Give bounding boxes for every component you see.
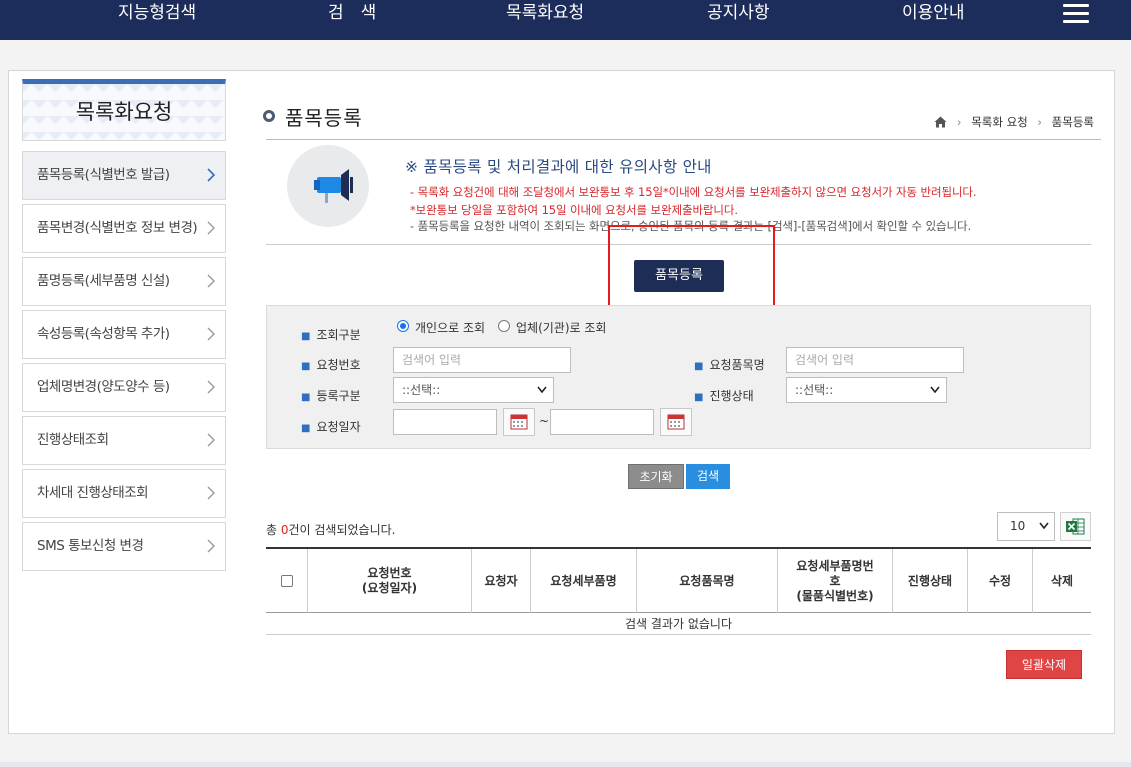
chevron-right-icon [207, 221, 215, 235]
header-detail-name: 요청세부품명 [530, 549, 636, 613]
reg-type-select[interactable]: ::선택:: [393, 377, 554, 403]
sidebar-item-label: 품명등록(세부품명 신설) [37, 273, 170, 289]
notice-line: *보완통보 당일을 포함하여 15일 이내에 요청서를 보완제출바랍니다. [410, 203, 738, 217]
notice-line: - 목록화 요청건에 대해 조달청에서 보완통보 후 15일*이내에 요청서를 … [410, 185, 977, 199]
sidebar-item-name-registration[interactable]: 품명등록(세부품명 신설) [22, 257, 226, 306]
footer-divider [0, 762, 1131, 767]
reset-button[interactable]: 초기화 [628, 464, 684, 489]
sidebar-item-item-registration[interactable]: 품목등록(식별번호 발급) [22, 151, 226, 200]
chevron-right-icon [207, 327, 215, 341]
request-no-label: ■ 요청번호 [301, 358, 361, 372]
select-all-checkbox[interactable] [280, 575, 293, 587]
date-to-input[interactable] [550, 409, 654, 435]
sidebar-item-label: 진행상태조회 [37, 432, 109, 448]
header-detail-number: 요청세부품명번 호 (물품식별번호) [777, 549, 892, 613]
result-count: 총 0건이 검색되었습니다. [266, 523, 396, 537]
home-icon[interactable] [934, 116, 947, 128]
top-navigation: 지능형검색 검 색 목록화요청 공지사항 이용안내 [0, 0, 1131, 40]
megaphone-icon [287, 145, 369, 227]
nav-item-catalog-request[interactable]: 목록화요청 [506, 0, 584, 28]
chevron-down-icon [930, 386, 940, 394]
sidebar-item-label: 차세대 진행상태조회 [37, 485, 149, 501]
sidebar-item-item-change[interactable]: 품목변경(식별번호 정보 변경) [22, 204, 226, 253]
nav-item-search[interactable]: 검 색 [328, 0, 376, 28]
chevron-right-icon [207, 539, 215, 553]
nav-item-intelligent-search[interactable]: 지능형검색 [118, 0, 196, 28]
sidebar-item-company-name-change[interactable]: 업체명변경(양도양수 등) [22, 363, 226, 412]
page-size-select[interactable]: 10 [997, 512, 1055, 541]
radio-personal-label[interactable]: 개인으로 조회 [415, 319, 485, 336]
chevron-right-icon [207, 486, 215, 500]
hamburger-menu-icon[interactable] [1063, 4, 1089, 26]
header-edit: 수정 [967, 549, 1032, 613]
chevron-down-icon [537, 386, 547, 394]
bulk-delete-button[interactable]: 일괄삭제 [1006, 650, 1082, 679]
chevron-down-icon [1039, 522, 1049, 530]
page-title: 품목등록 [285, 106, 363, 130]
result-count-number: 0 [280, 523, 289, 537]
request-item-name-label: ■ 요청품목명 [694, 358, 765, 372]
sidebar-item-sms-notification[interactable]: SMS 통보신청 변경 [22, 522, 226, 571]
breadcrumb-item[interactable]: 목록화 요청 [971, 115, 1028, 129]
title-divider [266, 139, 1101, 140]
header-status: 진행상태 [892, 549, 967, 613]
breadcrumb-separator-icon: › [1037, 115, 1043, 129]
status-label: ■ 진행상태 [694, 389, 754, 403]
sidebar-item-next-gen-status[interactable]: 차세대 진행상태조회 [22, 469, 226, 518]
nav-item-notices[interactable]: 공지사항 [707, 0, 770, 28]
sidebar-item-label: 업체명변경(양도양수 등) [37, 379, 170, 395]
sidebar-title-box: 목록화요청 [22, 79, 226, 141]
content-frame: 목록화요청 품목등록(식별번호 발급) 품목변경(식별번호 정보 변경) 품명등… [8, 70, 1115, 734]
chevron-right-icon [207, 380, 215, 394]
sidebar-item-label: 품목변경(식별번호 정보 변경) [37, 220, 198, 236]
header-requester: 요청자 [471, 549, 530, 613]
chevron-right-icon [207, 433, 215, 447]
highlight-box [608, 225, 775, 311]
date-separator: ~ [539, 414, 550, 428]
sidebar-item-label: 속성등록(속성항목 추가) [37, 326, 170, 342]
date-from-input[interactable] [393, 409, 497, 435]
breadcrumb: › 목록화 요청 › 품목등록 [934, 114, 1094, 130]
breadcrumb-item[interactable]: 품목등록 [1052, 115, 1094, 129]
header-item-name: 요청품목명 [636, 549, 777, 613]
table-header: 요청번호 (요청일자) 요청자 요청세부품명 요청품목명 요청세부품명번 호 (물품식… [266, 547, 1091, 613]
radio-company-label[interactable]: 업체(기관)로 조회 [516, 319, 606, 336]
radio-personal[interactable] [397, 320, 409, 332]
chevron-right-icon [207, 168, 216, 182]
radio-company[interactable] [498, 320, 510, 332]
excel-download-icon[interactable] [1060, 512, 1091, 541]
sidebar-item-label: SMS 통보신청 변경 [37, 538, 144, 554]
request-item-name-input[interactable]: 검색어 입력 [786, 347, 964, 373]
sidebar-item-attribute-registration[interactable]: 속성등록(속성항목 추가) [22, 310, 226, 359]
query-type-label: ■ 조회구분 [301, 328, 361, 342]
request-date-label: ■ 요청일자 [301, 420, 361, 434]
sidebar-title: 목록화요청 [75, 100, 173, 124]
sidebar-item-status-inquiry[interactable]: 진행상태조회 [22, 416, 226, 465]
search-form: ■ 조회구분 개인으로 조회 업체(기관)로 조회 ■ 요청번호 검색어 입력 ■ 요… [266, 305, 1091, 449]
sidebar-item-label: 품목등록(식별번호 발급) [37, 167, 170, 183]
request-no-input[interactable]: 검색어 입력 [393, 347, 571, 373]
breadcrumb-separator-icon: › [956, 115, 962, 129]
status-select[interactable]: ::선택:: [786, 377, 947, 403]
no-result-row: 검색 결과가 없습니다 [266, 613, 1091, 635]
header-request-no: 요청번호 (요청일자) [307, 549, 471, 613]
chevron-right-icon [207, 274, 215, 288]
notice-heading: ※ 품목등록 및 처리결과에 대한 유의사항 안내 [405, 158, 712, 176]
reg-type-label: ■ 등록구분 [301, 389, 361, 403]
header-select-all [266, 549, 307, 613]
title-bullet-icon [263, 110, 275, 122]
nav-item-guide[interactable]: 이용안내 [902, 0, 965, 28]
search-button[interactable]: 검색 [686, 464, 730, 489]
calendar-icon[interactable] [503, 408, 535, 436]
header-delete: 삭제 [1032, 549, 1091, 613]
calendar-icon[interactable] [660, 408, 692, 436]
